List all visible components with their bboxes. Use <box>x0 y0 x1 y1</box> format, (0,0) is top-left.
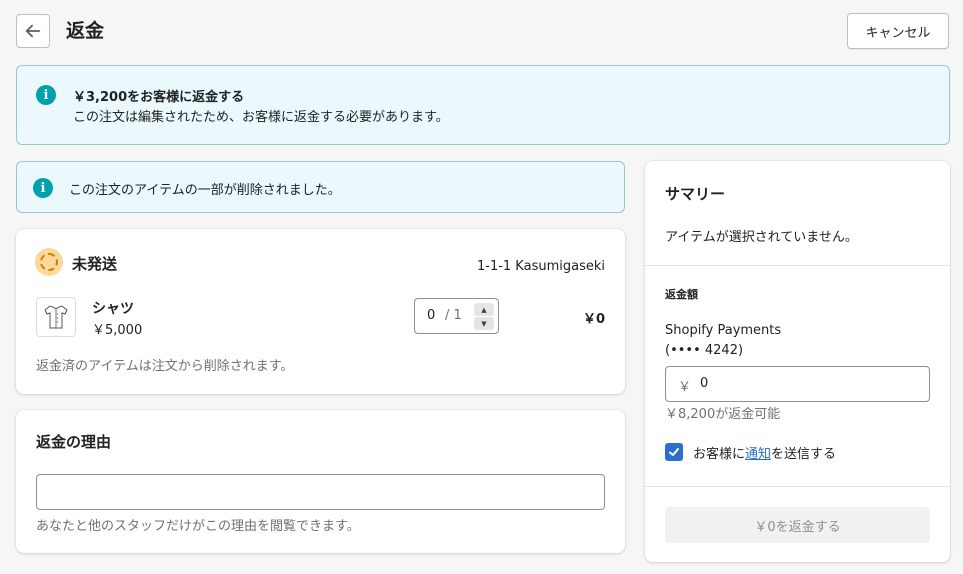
decrement-button[interactable]: ▼ <box>474 317 494 330</box>
items-removed-banner: i この注文のアイテムの一部が削除されました。 <box>16 161 625 213</box>
banner-body: この注文は編集されたため、お客様に返金する必要があります。 <box>73 110 449 125</box>
unfulfilled-items-card: 未発送 1-1-1 Kasumigaseki シャツ ￥5,000 0 / 1 … <box>16 229 625 394</box>
refund-button[interactable]: ￥0を返金する <box>665 507 930 543</box>
caret-down-icon: ▼ <box>481 319 487 328</box>
divider <box>645 265 950 266</box>
available-amount: ￥8,200が返金可能 <box>665 407 781 422</box>
payment-gateway: Shopify Payments <box>665 323 782 338</box>
quantity-stepper[interactable]: 0 / 1 ▲ ▼ <box>414 298 499 334</box>
reason-title: 返金の理由 <box>36 433 112 451</box>
notify-text-post: を送信する <box>771 447 837 462</box>
refund-required-banner: i ￥3,200をお客様に返金する この注文は編集されたため、お客様に返金する必… <box>16 65 950 145</box>
summary-card: サマリー アイテムが選択されていません。 返金額 Shopify Payment… <box>645 161 950 562</box>
back-button[interactable] <box>16 14 50 48</box>
banner-title: ￥3,200をお客様に返金する <box>73 90 245 105</box>
info-icon: i <box>36 85 56 105</box>
no-items-text: アイテムが選択されていません。 <box>665 230 858 245</box>
product-thumbnail <box>36 297 76 337</box>
line-total: ￥0 <box>582 312 605 327</box>
currency-prefix: ￥ <box>678 380 692 395</box>
refund-amount-heading: 返金額 <box>665 288 698 301</box>
increment-button[interactable]: ▲ <box>474 303 494 316</box>
quantity-max: / 1 <box>445 308 462 323</box>
item-price: ￥5,000 <box>92 323 143 338</box>
reason-input[interactable] <box>36 474 605 510</box>
quantity-value[interactable]: 0 <box>427 308 435 323</box>
cancel-button[interactable]: キャンセル <box>847 13 949 49</box>
summary-title: サマリー <box>665 185 726 203</box>
unfulfilled-status-icon <box>35 248 63 276</box>
location-address: 1-1-1 Kasumigaseki <box>476 259 605 274</box>
notify-text-pre: お客様に <box>693 447 746 462</box>
checkmark-icon <box>669 448 679 456</box>
notify-customer-checkbox[interactable] <box>665 443 683 461</box>
refund-amount-input[interactable]: ￥ 0 <box>665 366 930 402</box>
refund-reason-card: 返金の理由 あなたと他のスタッフだけがこの理由を閲覧できます。 <box>16 410 625 553</box>
removal-note: 返金済のアイテムは注文から削除されます。 <box>36 359 294 374</box>
info-icon: i <box>33 178 53 198</box>
fulfillment-status-label: 未発送 <box>72 255 118 273</box>
card-number: (•••• 4242) <box>665 343 744 358</box>
reason-help-text: あなたと他のスタッフだけがこの理由を閲覧できます。 <box>36 519 360 534</box>
refund-amount-value[interactable]: 0 <box>700 376 708 391</box>
shirt-icon <box>44 305 68 329</box>
notify-customer-label: お客様に通知を送信する <box>693 443 836 462</box>
notification-link[interactable]: 通知 <box>745 447 771 462</box>
arrow-left-icon <box>25 24 41 38</box>
item-name: シャツ <box>92 301 134 317</box>
banner-text: この注文のアイテムの一部が削除されました。 <box>69 183 341 198</box>
page-title: 返金 <box>66 20 105 42</box>
divider <box>645 486 950 487</box>
caret-up-icon: ▲ <box>481 305 487 314</box>
